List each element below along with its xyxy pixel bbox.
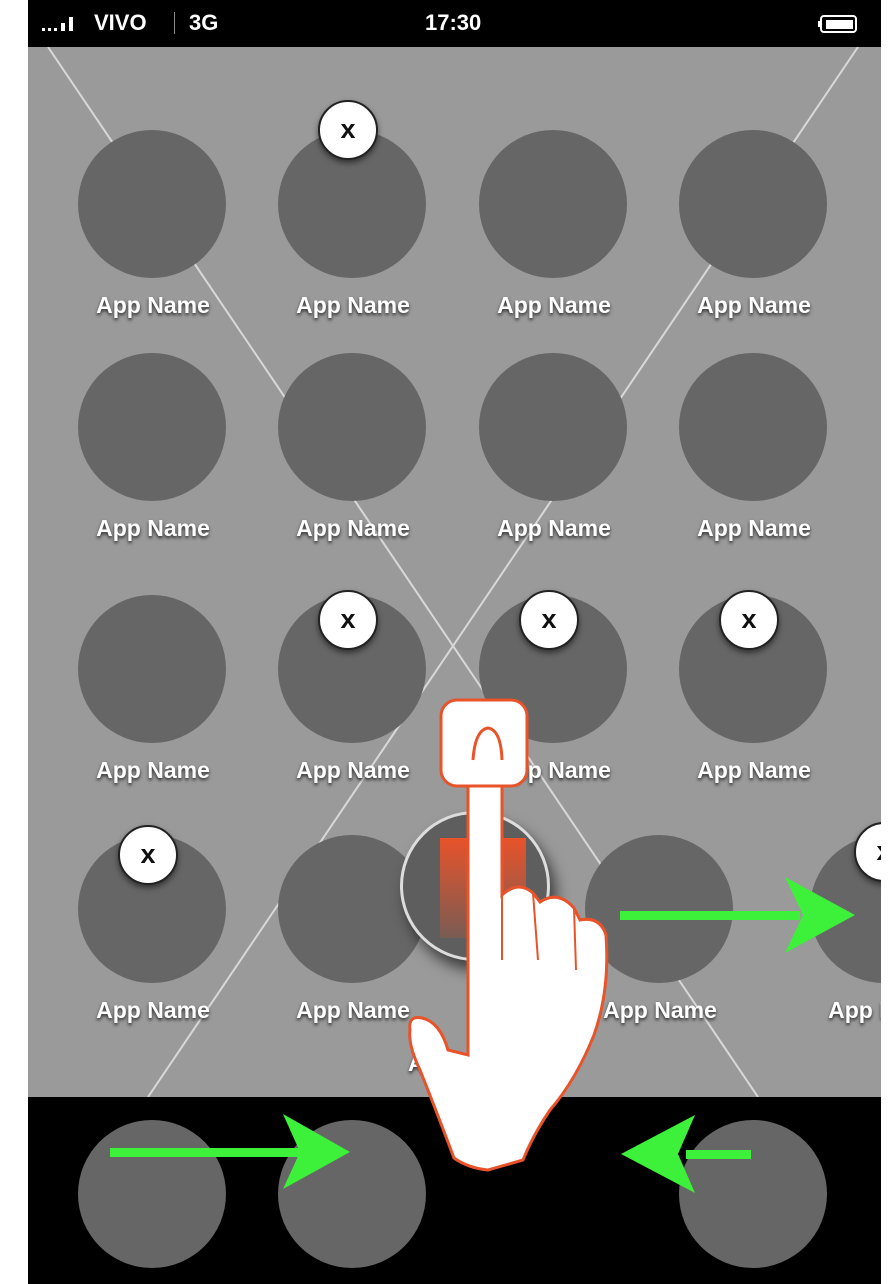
arrow-right-row4-icon [620, 877, 855, 953]
pointing-hand-icon [408, 698, 609, 1172]
arrow-left-dock-icon [621, 1115, 751, 1193]
gesture-overlay [110, 698, 855, 1193]
phone-screen: VIVO 3G 17:30 App Name App Name x App Name A… [28, 0, 881, 1284]
arrow-right-dock-icon [110, 1114, 350, 1189]
